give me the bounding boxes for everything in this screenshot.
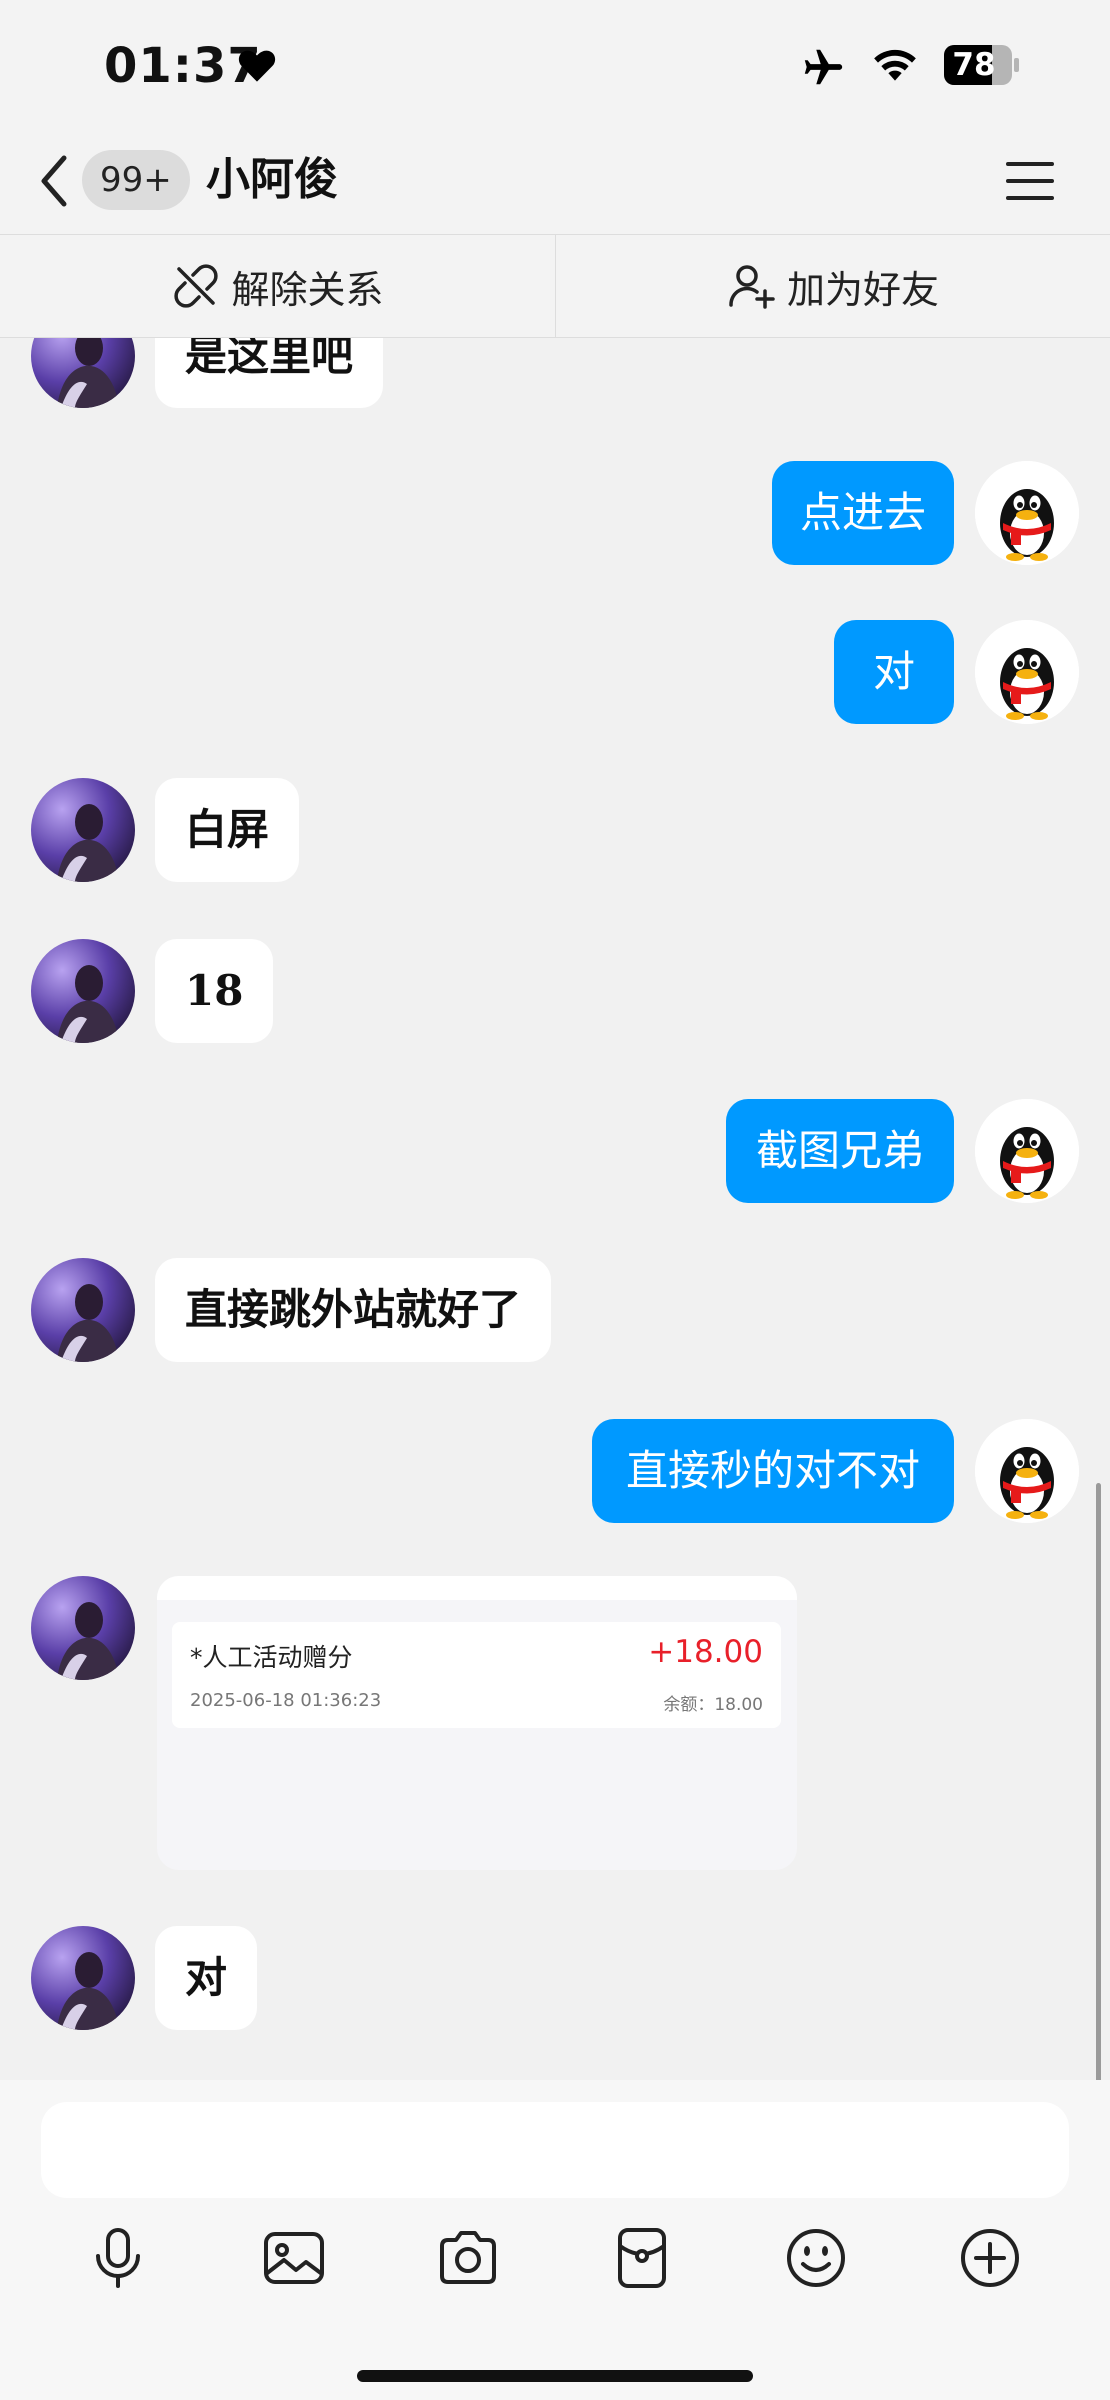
unlink-label: 解除关系 (231, 267, 384, 312)
transaction-amount: +18.00 (648, 1634, 763, 1670)
red-packet-icon[interactable] (606, 2222, 678, 2294)
message-input[interactable] (41, 2102, 1069, 2198)
my-avatar[interactable] (975, 620, 1079, 724)
emoji-icon[interactable] (780, 2222, 852, 2294)
transaction-balance: 余额：18.00 (663, 1695, 763, 1715)
transaction-date: 2025-06-18 01:36:23 (190, 1690, 382, 1711)
scrollbar[interactable] (1096, 1483, 1101, 2080)
message-bubble-outgoing[interactable]: 直接秒的对不对 (592, 1419, 954, 1523)
plus-icon[interactable] (954, 2222, 1026, 2294)
unlink-icon (174, 264, 219, 308)
relationship-actions: 解除关系 加为好友 (0, 235, 1110, 338)
airplane-icon (804, 49, 843, 85)
home-indicator[interactable] (357, 2370, 753, 2382)
message-bubble-incoming[interactable]: 白屏 (155, 778, 300, 882)
transaction-name: *人工活动赠分 (190, 1643, 353, 1672)
heart-icon (238, 50, 276, 82)
microphone-icon[interactable] (82, 2222, 154, 2294)
image-icon[interactable] (258, 2222, 330, 2294)
wifi-icon (874, 49, 916, 81)
message-bubble-incoming[interactable]: 对 (155, 1926, 258, 2030)
add-friend-button[interactable]: 加为好友 (556, 235, 1110, 337)
chevron-left-icon[interactable] (36, 152, 72, 210)
contact-avatar[interactable] (31, 1576, 135, 1680)
my-avatar[interactable] (975, 461, 1079, 565)
unread-count-badge[interactable]: 99+ (82, 150, 190, 210)
message-bubble-outgoing[interactable]: 点进去 (772, 461, 954, 565)
contact-avatar[interactable] (31, 1258, 135, 1362)
contact-avatar[interactable] (31, 939, 135, 1043)
message-bubble-outgoing[interactable]: 截图兄弟 (726, 1099, 954, 1203)
my-avatar[interactable] (975, 1099, 1079, 1203)
screenshot-top-strip (157, 1576, 797, 1600)
menu-icon[interactable] (1004, 158, 1056, 204)
message-bubble-incoming[interactable]: 直接跳外站就好了 (155, 1258, 552, 1362)
chat-header: 99+ 小阿俊 (0, 130, 1110, 235)
camera-icon[interactable] (432, 2222, 504, 2294)
add-friend-icon (729, 265, 775, 309)
message-bubble-incoming[interactable]: 18 (155, 939, 274, 1043)
message-bubble-outgoing[interactable]: 对 (834, 620, 954, 724)
contact-avatar[interactable] (31, 778, 135, 882)
unlink-button[interactable]: 解除关系 (0, 235, 555, 337)
message-bubble-incoming[interactable]: 是这里吧 (155, 338, 384, 408)
status-bar: 01:37 78 (0, 0, 1110, 130)
contact-avatar[interactable] (31, 1926, 135, 2030)
screenshot-image-message[interactable]: *人工活动赠分 2025-06-18 01:36:23 +18.00 余额：18… (157, 1576, 797, 1870)
composer (0, 2080, 1110, 2400)
my-avatar[interactable] (975, 1419, 1079, 1523)
contact-avatar[interactable] (31, 338, 135, 408)
add-friend-label: 加为好友 (786, 267, 939, 312)
page-title[interactable]: 小阿俊 (206, 150, 338, 210)
battery-level: 78 (952, 47, 996, 83)
transaction-record: *人工活动赠分 2025-06-18 01:36:23 +18.00 余额：18… (172, 1622, 781, 1728)
message-list[interactable]: 是这里吧 点进去 对 白屏 18 截图兄弟 直接跳外站就好了 直接秒的对不对 *… (0, 338, 1110, 2080)
